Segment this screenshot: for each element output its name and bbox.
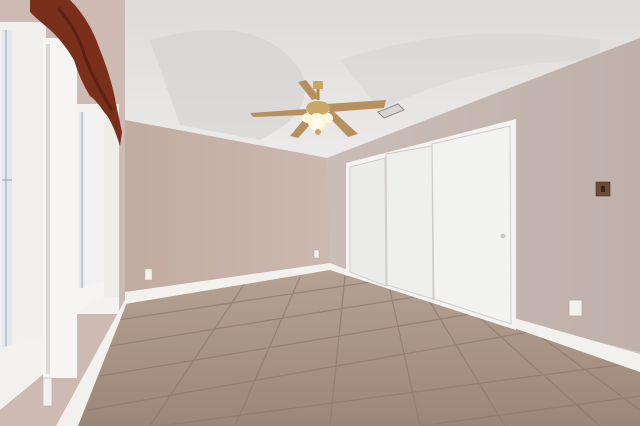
near-window	[0, 22, 77, 410]
corner-outlet	[313, 249, 320, 259]
far-window	[77, 104, 119, 314]
left-wall-outlet	[42, 377, 53, 407]
closet-door-middle	[385, 145, 434, 300]
right-wall-outlet	[568, 299, 583, 317]
back-wall-outlet	[144, 268, 153, 281]
closet-door-left	[349, 157, 387, 287]
closet-door-right	[431, 125, 512, 325]
closet-door-handle	[500, 233, 506, 239]
room-photo	[0, 0, 640, 426]
